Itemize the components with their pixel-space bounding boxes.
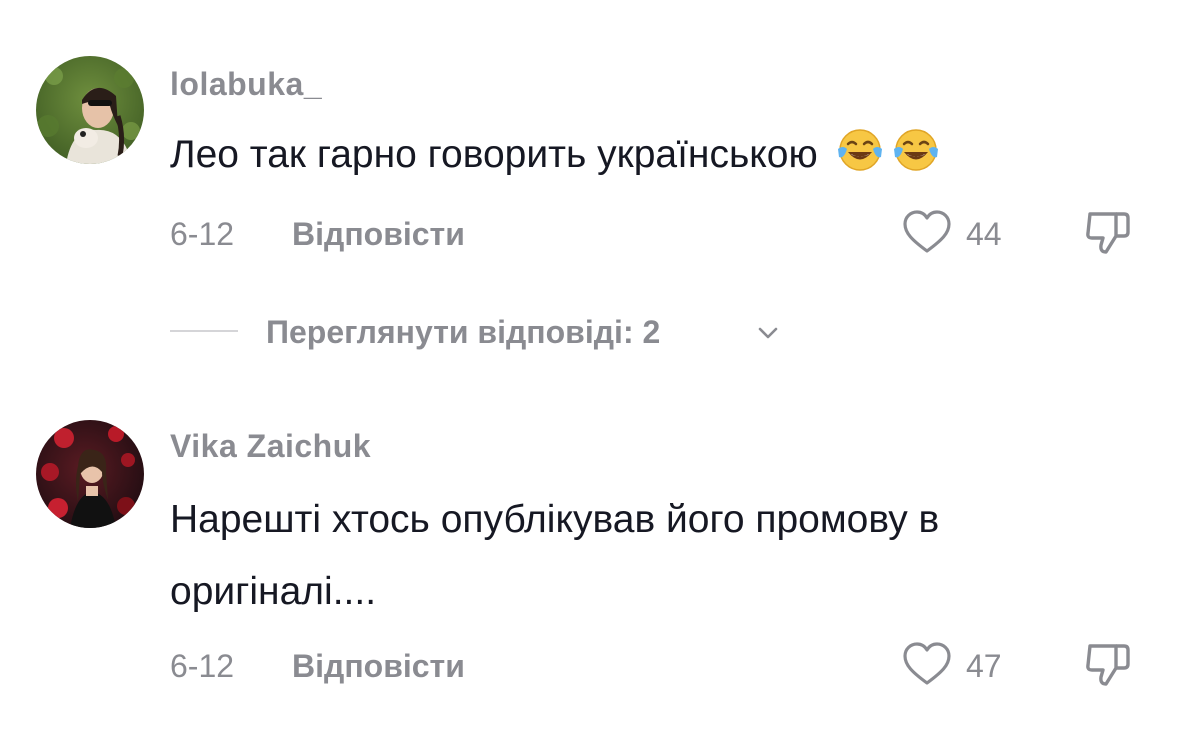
like-count: 47	[966, 648, 1002, 684]
comment-meta-row: 6-12 Відповісти 47	[0, 640, 1179, 690]
avatar[interactable]	[36, 420, 144, 528]
thumbs-down-icon[interactable]	[1082, 640, 1132, 690]
comment-username[interactable]: Vika Zaichuk	[170, 428, 371, 465]
comment-item: Vika Zaichuk Нарешті хтось опублікував й…	[0, 0, 1179, 755]
comment-date: 6-12	[170, 648, 235, 684]
comment-text: Нарешті хтось опублікував його промову в…	[170, 498, 940, 613]
heart-outline-icon[interactable]	[902, 640, 952, 690]
reply-button[interactable]: Відповісти	[292, 648, 465, 685]
